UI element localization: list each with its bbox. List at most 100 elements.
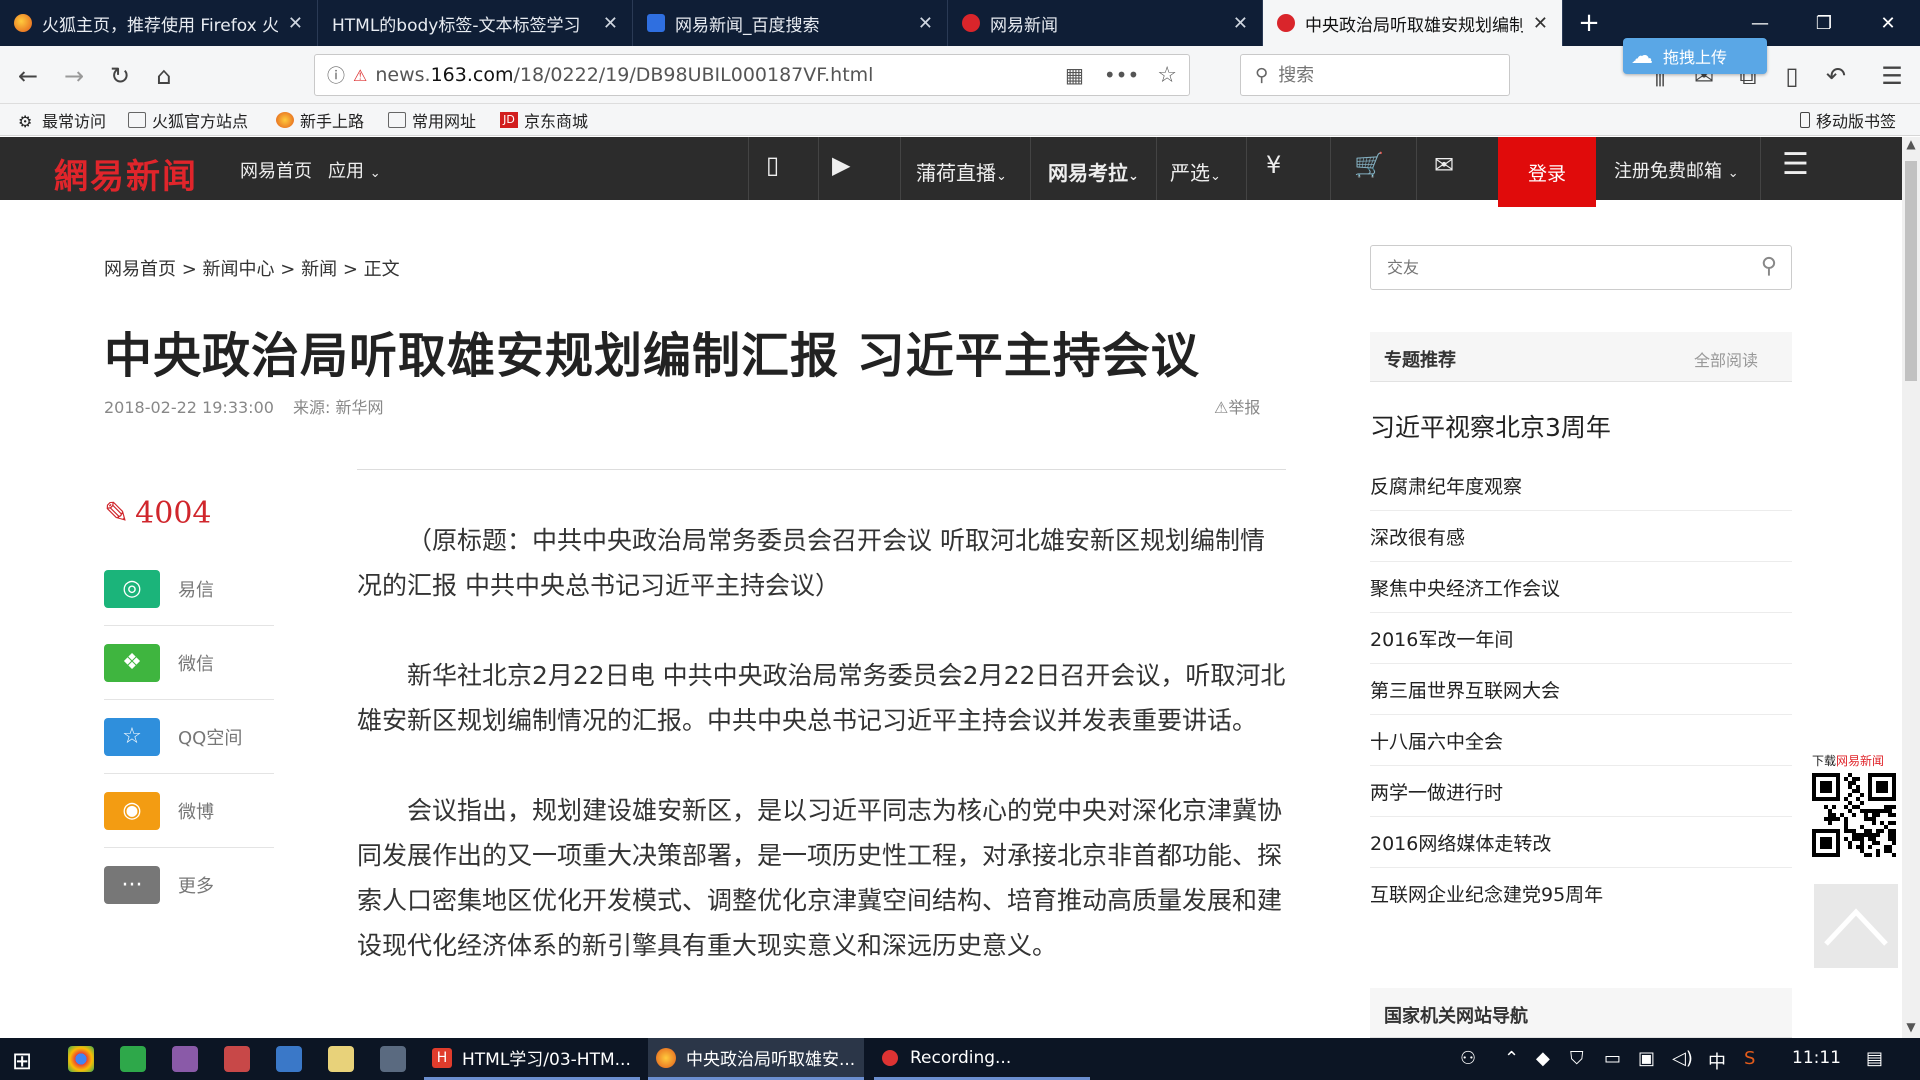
breadcrumb-news-center[interactable]: 新闻中心: [203, 259, 275, 280]
url-text[interactable]: news.163.com/18/0222/19/DB98UBIL000187VF…: [375, 64, 873, 86]
login-button[interactable]: 登录: [1498, 137, 1596, 207]
report-link[interactable]: ⚠举报: [1214, 394, 1260, 418]
page-scrollbar[interactable]: ▲ ▼: [1902, 137, 1920, 1038]
battery-icon[interactable]: ▭: [1604, 1048, 1621, 1069]
page-actions-icon[interactable]: •••: [1104, 63, 1139, 87]
topic-main-link[interactable]: 习近平视察北京3周年: [1370, 408, 1611, 444]
site-logo[interactable]: 網易新闻: [54, 149, 198, 198]
breadcrumb-news[interactable]: 新闻: [301, 259, 337, 280]
topic-item[interactable]: 互联网企业纪念建党95周年: [1370, 868, 1792, 919]
yuan-icon[interactable]: ¥: [1266, 151, 1281, 179]
close-icon[interactable]: ✕: [918, 13, 933, 34]
windows-start-icon[interactable]: ⊞: [12, 1047, 32, 1075]
nav-live-link[interactable]: 蒲荷直播⌄: [916, 157, 1007, 186]
home-button[interactable]: ⌂: [144, 56, 184, 96]
forward-button[interactable]: →: [54, 56, 94, 96]
site-search-input[interactable]: [1387, 258, 1727, 277]
topic-item[interactable]: 聚焦中央经济工作会议: [1370, 562, 1792, 613]
back-to-top-button[interactable]: [1814, 884, 1898, 968]
notification-icon[interactable]: ▤: [1866, 1048, 1883, 1069]
bookmark-jd[interactable]: JD 京东商城: [500, 108, 588, 132]
mail-icon[interactable]: ✉: [1434, 151, 1454, 179]
nav-yanxuan-link[interactable]: 严选⌄: [1170, 157, 1221, 186]
network-icon[interactable]: ▣: [1638, 1048, 1655, 1069]
nav-apps-link[interactable]: 应用 ⌄: [328, 157, 381, 183]
chrome-icon[interactable]: [68, 1046, 94, 1072]
bookmark-most-visited[interactable]: ⚙ 最常访问: [18, 108, 106, 132]
taskbar-task-firefox[interactable]: 中央政治局听取雄安...: [648, 1038, 864, 1080]
shield-icon[interactable]: ⛉: [1570, 1048, 1584, 1069]
tab-html-body[interactable]: HTML的body标签-文本标签学习 ✕: [318, 0, 633, 46]
breadcrumb-home[interactable]: 网易首页: [104, 259, 176, 280]
tab-active-article[interactable]: 中央政治局听取雄安规划编制汇报 ✕: [1263, 0, 1563, 46]
search-icon[interactable]: ⚲: [1761, 254, 1777, 279]
app-terminal-icon[interactable]: [380, 1046, 406, 1072]
tray-chevron-up-icon[interactable]: ⌃: [1504, 1048, 1519, 1069]
volume-icon[interactable]: ◁): [1672, 1048, 1693, 1069]
reload-button[interactable]: ↻: [100, 56, 140, 96]
topic-item[interactable]: 深改很有感: [1370, 511, 1792, 562]
topic-item[interactable]: 两学一做进行时: [1370, 766, 1792, 817]
nav-home-link[interactable]: 网易首页: [240, 157, 312, 183]
ime-indicator[interactable]: 中: [1708, 1048, 1726, 1074]
search-bar[interactable]: ⚲: [1240, 54, 1510, 96]
share-wechat[interactable]: ❖ 微信: [104, 626, 274, 700]
scroll-up-arrow[interactable]: ▲: [1902, 137, 1920, 155]
app-purple-icon[interactable]: [172, 1046, 198, 1072]
close-window-icon[interactable]: ✕: [1856, 0, 1920, 46]
close-icon[interactable]: ✕: [1533, 13, 1548, 34]
qq-icon[interactable]: ◆: [1536, 1048, 1550, 1069]
sidebar-icon[interactable]: ▯: [1772, 56, 1812, 96]
taskbar-task-html[interactable]: H HTML学习/03-HTM...: [424, 1038, 640, 1080]
bookmark-firefox-site[interactable]: 火狐官方站点: [128, 108, 248, 132]
bookmark-common-sites[interactable]: 常用网址: [388, 108, 476, 132]
menu-icon[interactable]: ☰: [1872, 56, 1912, 96]
tab-baidu-search[interactable]: 网易新闻_百度搜索 ✕: [633, 0, 948, 46]
topics-more-link[interactable]: 全部阅读: [1694, 347, 1758, 371]
topic-item[interactable]: 第三届世界互联网大会: [1370, 664, 1792, 715]
back-button[interactable]: ←: [8, 56, 48, 96]
register-mail-link[interactable]: 注册免费邮箱 ⌄: [1614, 157, 1739, 183]
close-icon[interactable]: ✕: [1233, 13, 1248, 34]
topic-item[interactable]: 十八届六中全会: [1370, 715, 1792, 766]
bookmark-mobile[interactable]: 移动版书签: [1800, 108, 1896, 132]
site-search[interactable]: ⚲: [1370, 245, 1792, 290]
restore-icon[interactable]: ❐: [1792, 0, 1856, 46]
clock[interactable]: 11:11: [1792, 1048, 1841, 1068]
info-icon[interactable]: ⓘ: [327, 62, 345, 88]
taskbar-task-recording[interactable]: Recording...: [874, 1038, 1090, 1080]
share-more[interactable]: ··· 更多: [104, 848, 274, 922]
people-icon[interactable]: ⚇: [1460, 1048, 1476, 1069]
bookmark-getting-started[interactable]: 新手上路: [276, 108, 364, 132]
app-download-qr[interactable]: 下载网易新闻: [1812, 752, 1898, 861]
search-input[interactable]: [1278, 64, 1479, 86]
share-qzone[interactable]: ☆ QQ空间: [104, 700, 274, 774]
app-notes-icon[interactable]: [328, 1046, 354, 1072]
share-weibo[interactable]: ◉ 微博: [104, 774, 274, 848]
scrollbar-thumb[interactable]: [1905, 161, 1917, 381]
app-settings-icon[interactable]: [276, 1046, 302, 1072]
close-icon[interactable]: ✕: [603, 13, 618, 34]
tab-firefox-home[interactable]: 火狐主页，推荐使用 Firefox 火狐 ✕: [0, 0, 318, 46]
topic-item[interactable]: 2016军改一年间: [1370, 613, 1792, 664]
app-draw-icon[interactable]: [224, 1046, 250, 1072]
url-bar[interactable]: ⓘ ⚠ news.163.com/18/0222/19/DB98UBIL0001…: [314, 54, 1190, 96]
bookmark-star-icon[interactable]: ☆: [1157, 63, 1177, 88]
topic-item[interactable]: 2016网络媒体走转改: [1370, 817, 1792, 868]
cart-icon[interactable]: 🛒: [1354, 151, 1384, 179]
nav-kaola-link[interactable]: 网易考拉⌄: [1048, 157, 1139, 186]
share-yixin[interactable]: ◎ 易信: [104, 552, 274, 626]
netease-app-icon[interactable]: ▯: [766, 151, 779, 179]
app-green-icon[interactable]: [120, 1046, 146, 1072]
video-play-icon[interactable]: ▶: [832, 151, 850, 179]
topic-item[interactable]: 反腐肃纪年度观察: [1370, 460, 1792, 511]
article-source[interactable]: 来源: 新华网: [293, 398, 383, 417]
hamburger-menu-icon[interactable]: ☰: [1782, 147, 1809, 182]
close-icon[interactable]: ✕: [288, 13, 303, 34]
undo-icon[interactable]: ↶: [1816, 56, 1856, 96]
qr-icon[interactable]: ▦: [1065, 63, 1084, 87]
sogou-icon[interactable]: S: [1744, 1048, 1755, 1069]
tab-163-news[interactable]: 网易新闻 ✕: [948, 0, 1263, 46]
new-tab-button[interactable]: +: [1563, 0, 1615, 46]
comment-count[interactable]: ✎ 4004: [104, 496, 212, 531]
